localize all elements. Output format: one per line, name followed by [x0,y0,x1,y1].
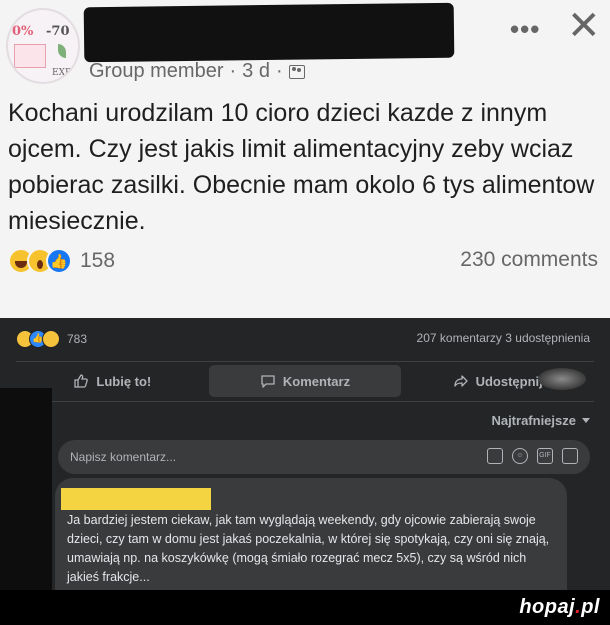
sort-label: Najtrafniejsze [491,413,576,428]
dark-reaction-summary[interactable]: 👍 783 [16,330,87,348]
caret-down-icon [582,418,590,423]
emoji-icon[interactable]: ☺ [512,448,528,464]
redacted-commenter-name [61,488,211,510]
author-role[interactable]: Group member [89,60,224,83]
post-age[interactable]: 3 d [242,60,270,83]
thumbs-up-icon [74,374,89,388]
comment-sort-dropdown[interactable]: Najtrafniejsze [491,413,590,428]
redacted-author-name [83,2,455,63]
comments-count[interactable]: 230 comments [460,248,598,272]
watermark-tld: pl [581,596,600,618]
avatar-text-right: -70 [46,24,70,39]
profile-thumbnail[interactable] [538,368,586,390]
group-avatar[interactable]: 0% -70 EXP [6,8,80,84]
watermark-name: hopaj [519,596,576,618]
comment-input-tools: ☺ GIF [487,448,578,464]
divider [16,361,594,362]
action-bar: Lubię to! Komentarz Udostępnij [16,364,594,398]
gif-icon[interactable]: GIF [537,448,553,464]
comment-input[interactable]: Napisz komentarz... ☺ GIF [58,440,590,474]
meta-separator: · [229,60,237,82]
comment-text: Ja bardziej jestem ciekaw, jak tam wyglą… [67,513,550,584]
dark-reaction-count: 783 [67,332,88,346]
divider [16,401,594,402]
sticker-icon[interactable] [487,448,503,464]
comment-input-placeholder: Napisz komentarz... [70,450,177,464]
comment-button-label: Komentarz [282,373,351,389]
dark-post: 👍 783 207 komentarzy 3 udostępnienia Lub… [0,318,610,625]
meta-separator: · [275,60,283,82]
comment-bubble: Ja bardziej jestem ciekaw, jak tam wyglą… [55,478,567,608]
reaction-summary[interactable]: 👍 158 [8,248,115,274]
site-watermark: hopaj.pl [519,596,600,619]
avatar-product-card [14,44,46,68]
share-button-label: Udostępnij [475,373,543,389]
like-reaction-icon: 👍 [46,248,72,274]
reaction-count: 158 [80,249,116,272]
wow-reaction-icon [42,330,60,348]
more-options-icon[interactable]: ••• [510,14,540,45]
leaf-icon [58,44,66,58]
avatar-sticker-icon[interactable] [562,448,578,464]
audience-group-icon[interactable] [288,64,305,79]
share-arrow-icon [453,375,468,387]
post-body: Kochani urodzilam 10 cioro dzieci kazde … [8,99,595,235]
avatar-text-bottom: EXP [52,68,72,78]
like-button-label: Lubię to! [96,373,152,389]
comments-shares-stats[interactable]: 207 komentarzy 3 udostępnienia [417,331,590,345]
light-post: 0% -70 EXP Group member · 3 d · ••• ✕ Ko… [0,0,610,318]
post-meta: Group member · 3 d · [89,60,305,83]
comment-button[interactable]: Komentarz [208,365,402,397]
close-icon[interactable]: ✕ [567,6,601,46]
avatar-text-left: 0% [12,24,34,39]
comment-icon [261,375,275,388]
